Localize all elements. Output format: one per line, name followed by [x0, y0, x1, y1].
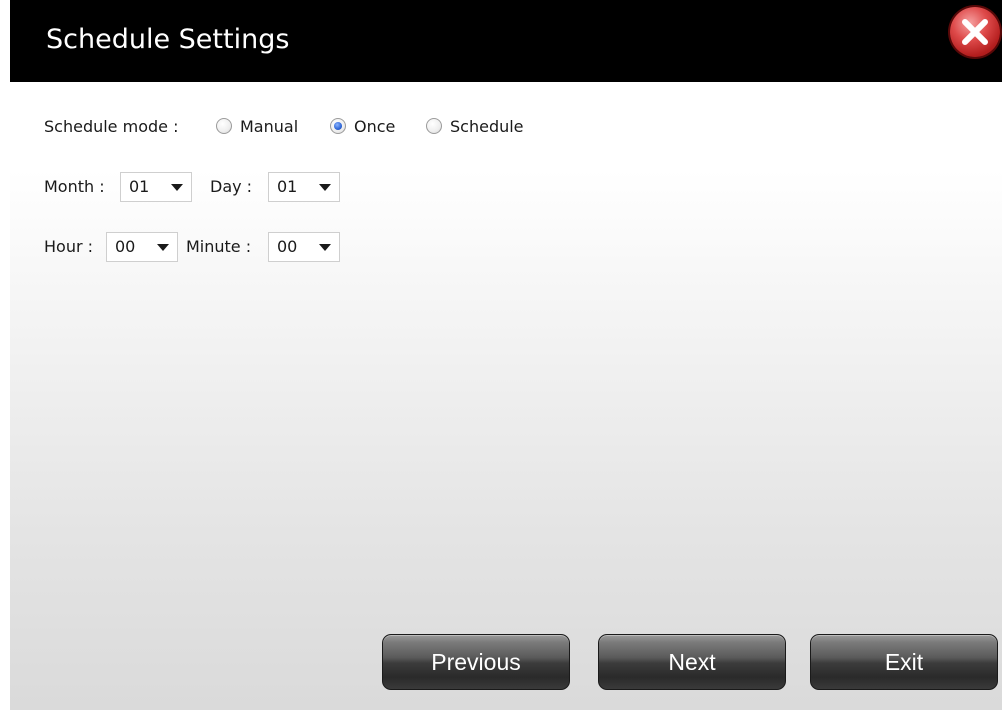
radio-manual-label[interactable]: Manual [240, 112, 298, 142]
schedule-settings-dialog: Schedule Settings Schedule mode : Manual… [0, 0, 1002, 710]
radio-once[interactable] [330, 118, 346, 134]
month-value: 01 [129, 177, 150, 196]
time-row: Hour : 00 Minute : 00 [44, 232, 364, 262]
close-icon [962, 19, 988, 45]
radio-manual[interactable] [216, 118, 232, 134]
dialog-content: Schedule mode : Manual Once Schedule Mon… [10, 82, 1002, 710]
exit-button[interactable]: Exit [810, 634, 998, 690]
chevron-down-icon [319, 244, 331, 251]
schedule-mode-label: Schedule mode : [44, 117, 179, 136]
minute-select[interactable]: 00 [268, 232, 340, 262]
month-label: Month : [44, 177, 105, 196]
dialog-titlebar: Schedule Settings [10, 0, 1002, 82]
close-button[interactable] [950, 7, 1000, 57]
radio-schedule-label[interactable]: Schedule [450, 112, 524, 142]
chevron-down-icon [319, 184, 331, 191]
schedule-mode-row: Schedule mode : Manual Once Schedule [44, 112, 604, 142]
dialog-left-edge [0, 0, 10, 710]
day-value: 01 [277, 177, 298, 196]
minute-label: Minute : [186, 237, 252, 256]
month-select[interactable]: 01 [120, 172, 192, 202]
radio-once-label[interactable]: Once [354, 112, 395, 142]
hour-label: Hour : [44, 237, 94, 256]
day-select[interactable]: 01 [268, 172, 340, 202]
hour-select[interactable]: 00 [106, 232, 178, 262]
hour-value: 00 [115, 237, 136, 256]
chevron-down-icon [157, 244, 169, 251]
previous-button[interactable]: Previous [382, 634, 570, 690]
next-button[interactable]: Next [598, 634, 786, 690]
chevron-down-icon [171, 184, 183, 191]
dialog-title: Schedule Settings [46, 24, 290, 55]
radio-schedule[interactable] [426, 118, 442, 134]
date-row: Month : 01 Day : 01 [44, 172, 364, 202]
day-label: Day : [210, 177, 253, 196]
minute-value: 00 [277, 237, 298, 256]
